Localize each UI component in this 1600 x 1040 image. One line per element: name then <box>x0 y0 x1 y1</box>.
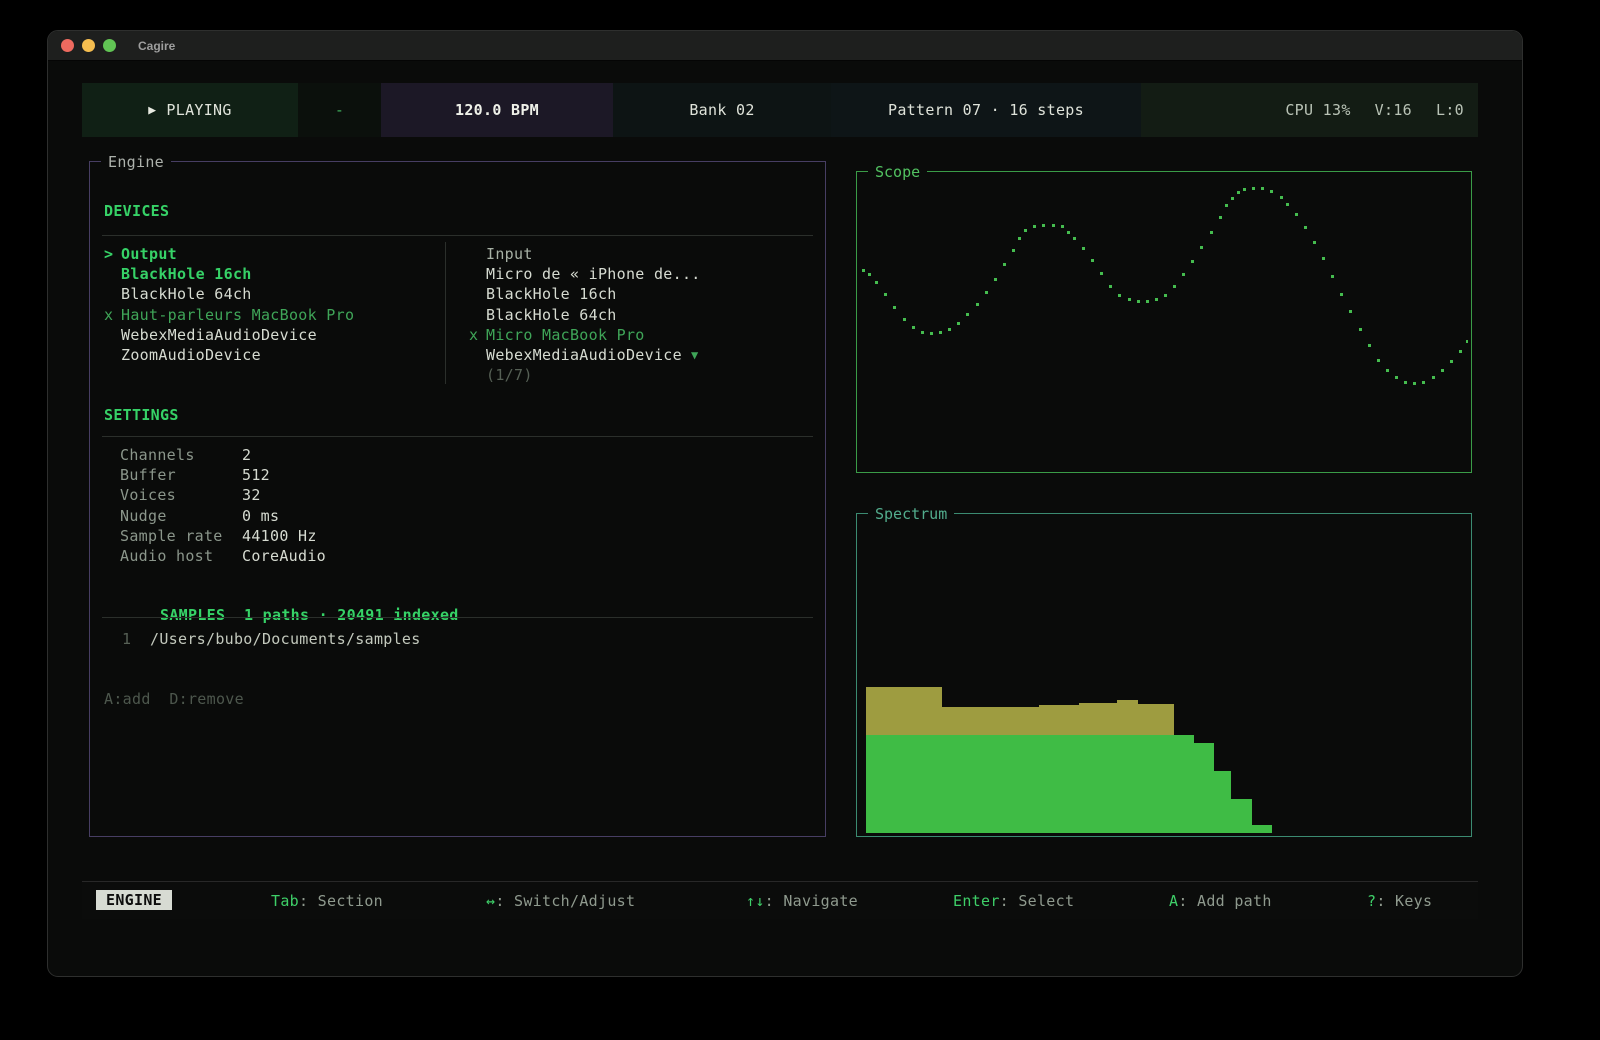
samples-separator <box>102 617 813 618</box>
spectrum-bar <box>1194 743 1214 833</box>
top-bar: ▶ PLAYING - 120.0 BPM Bank 02 Pattern 07… <box>82 83 1478 137</box>
bpm-segment: 120.0 BPM <box>381 83 613 137</box>
spectrum-bar <box>1231 799 1252 833</box>
scope-canvas <box>860 175 1468 469</box>
setting-row[interactable]: Audio host CoreAudio <box>120 546 520 566</box>
setting-row[interactable]: Buffer 512 <box>120 465 520 485</box>
transport-segment: ▶ PLAYING <box>82 83 298 137</box>
device-row-active[interactable]: x Micro MacBook Pro <box>469 325 701 345</box>
traffic-lights <box>61 39 116 52</box>
device-list-pager: (1/7) <box>469 365 701 385</box>
stats-segment: CPU 13% V:16 L:0 <box>1141 83 1478 137</box>
setting-row[interactable]: Nudge 0 ms <box>120 506 520 526</box>
dash-segment: - <box>298 83 381 137</box>
spectrum-canvas <box>860 517 1468 833</box>
spectrum-panel: Spectrum <box>856 513 1472 837</box>
play-icon: ▶ <box>148 103 156 118</box>
path-index: 1 <box>122 629 150 649</box>
device-row[interactable]: BlackHole 64ch <box>104 284 354 304</box>
device-row[interactable]: WebexMediaAudioDevice ▼ <box>469 345 701 365</box>
pattern-value: Pattern 07 · 16 steps <box>888 101 1084 119</box>
bpm-value: 120.0 BPM <box>455 101 539 119</box>
cpu-value: CPU 13% <box>1285 101 1350 119</box>
scroll-down-icon: ▼ <box>691 345 699 365</box>
zoom-button[interactable] <box>103 39 116 52</box>
devices-header: DEVICES <box>104 202 169 220</box>
column-divider <box>445 242 446 384</box>
path-value: /Users/bubo/Documents/samples <box>150 629 421 649</box>
setting-row[interactable]: Channels 2 <box>120 445 520 465</box>
app-window: Cagire ▶ PLAYING - 120.0 BPM Bank 02 Pat… <box>47 30 1523 977</box>
device-row[interactable]: BlackHole 64ch <box>469 305 701 325</box>
window-title: Cagire <box>138 39 175 53</box>
device-row[interactable]: BlackHole 16ch <box>104 264 354 284</box>
bank-segment: Bank 02 <box>613 83 831 137</box>
settings-separator <box>102 436 813 437</box>
transport-status: PLAYING <box>166 101 231 119</box>
mode-badge[interactable]: ENGINE <box>96 890 172 910</box>
status-bar: ENGINE Tab: Section ↔: Switch/Adjust ↑↓:… <box>82 881 1478 919</box>
hint-navigate: ↑↓: Navigate <box>746 892 858 910</box>
voices-value: V:16 <box>1375 101 1412 119</box>
spectrum-bar <box>1252 825 1272 833</box>
minimize-button[interactable] <box>82 39 95 52</box>
device-row-active[interactable]: x Haut-parleurs MacBook Pro <box>104 305 354 325</box>
close-button[interactable] <box>61 39 74 52</box>
engine-panel-title: Engine <box>101 152 171 172</box>
sample-paths-list: 1 /Users/bubo/Documents/samples <box>122 629 421 649</box>
setting-row[interactable]: Voices 32 <box>120 485 520 505</box>
input-column-header: Input <box>469 244 701 264</box>
settings-list: Channels 2 Buffer 512 Voices 32 Nudge 0 … <box>120 445 520 566</box>
cursor-icon: > <box>104 244 121 264</box>
pattern-segment: Pattern 07 · 16 steps <box>831 83 1141 137</box>
settings-header: SETTINGS <box>104 406 179 424</box>
hint-add-path: A: Add path <box>1169 892 1272 910</box>
scope-panel: Scope <box>856 171 1472 473</box>
engine-panel: Engine DEVICES > Output BlackHole 16ch B… <box>89 161 826 837</box>
samples-meta: 1 paths · 20491 indexed <box>244 606 459 624</box>
input-device-list: Input Micro de « iPhone de... BlackHole … <box>469 244 701 385</box>
device-row[interactable]: BlackHole 16ch <box>469 284 701 304</box>
setting-row[interactable]: Sample rate 44100 Hz <box>120 526 520 546</box>
device-row[interactable]: WebexMediaAudioDevice <box>104 325 354 345</box>
hint-keys: ?: Keys <box>1367 892 1432 910</box>
devices-separator <box>102 235 813 236</box>
samples-hints: A:add D:remove <box>104 690 244 708</box>
dash-indicator: - <box>335 101 344 119</box>
active-device-marker: x <box>469 325 486 345</box>
spectrum-bar <box>1214 771 1231 833</box>
active-device-marker: x <box>104 305 121 325</box>
bank-value: Bank 02 <box>689 101 754 119</box>
hint-switch-adjust: ↔: Switch/Adjust <box>486 892 635 910</box>
latency-value: L:0 <box>1436 101 1464 119</box>
device-row[interactable]: ZoomAudioDevice <box>104 345 354 365</box>
hint-select: Enter: Select <box>953 892 1074 910</box>
spectrum-bar <box>866 735 1194 833</box>
sample-path-row[interactable]: 1 /Users/bubo/Documents/samples <box>122 629 421 649</box>
title-bar: Cagire <box>48 31 1522 61</box>
output-device-list: > Output BlackHole 16ch BlackHole 64ch x… <box>104 244 354 365</box>
hint-section: Tab: Section <box>271 892 383 910</box>
device-row[interactable]: Micro de « iPhone de... <box>469 264 701 284</box>
device-row-output-header[interactable]: > Output <box>104 244 354 264</box>
